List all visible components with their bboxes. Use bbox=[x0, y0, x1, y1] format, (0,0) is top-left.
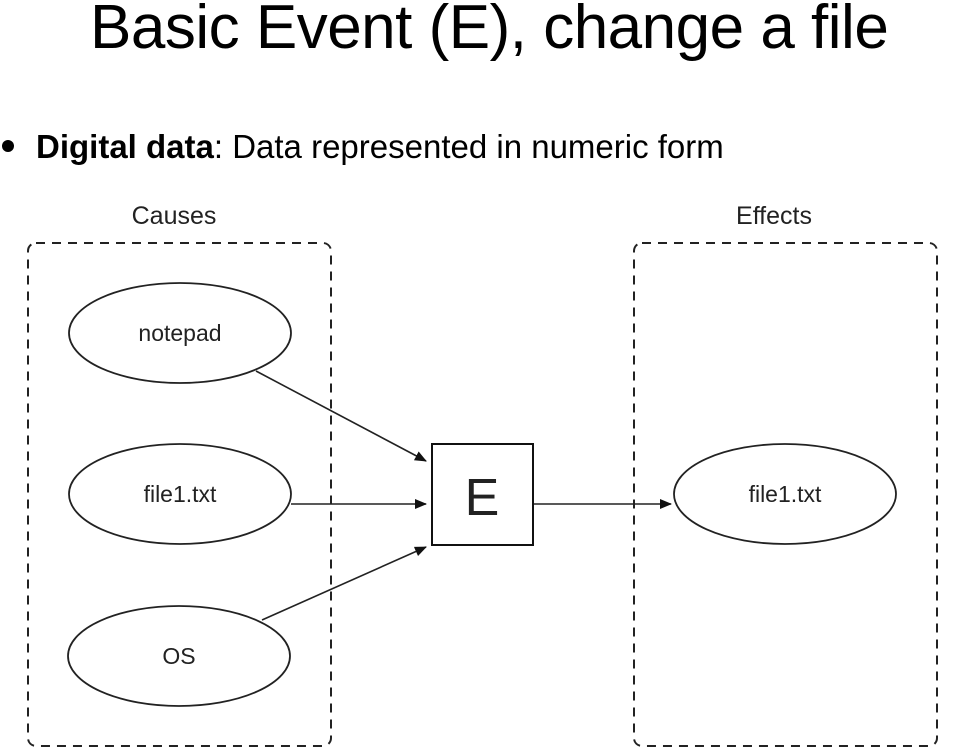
node-file1-input: file1.txt bbox=[68, 443, 292, 545]
causes-group-label: Causes bbox=[132, 202, 217, 230]
event-diagram: Causes Effects notepad file1.txt OS E fi… bbox=[27, 202, 938, 747]
edge-os-to-event bbox=[261, 546, 427, 621]
effects-group-label: Effects bbox=[736, 202, 812, 230]
node-os-label: OS bbox=[162, 643, 195, 669]
node-notepad: notepad bbox=[68, 282, 292, 384]
node-os: OS bbox=[67, 605, 291, 707]
node-event-label: E bbox=[465, 469, 500, 527]
edge-notepad-to-event bbox=[255, 370, 427, 462]
node-file1-output-label: file1.txt bbox=[749, 481, 822, 507]
node-file1-input-label: file1.txt bbox=[144, 481, 217, 507]
node-notepad-label: notepad bbox=[138, 320, 221, 346]
node-event: E bbox=[431, 443, 534, 546]
node-file1-output: file1.txt bbox=[673, 443, 897, 545]
